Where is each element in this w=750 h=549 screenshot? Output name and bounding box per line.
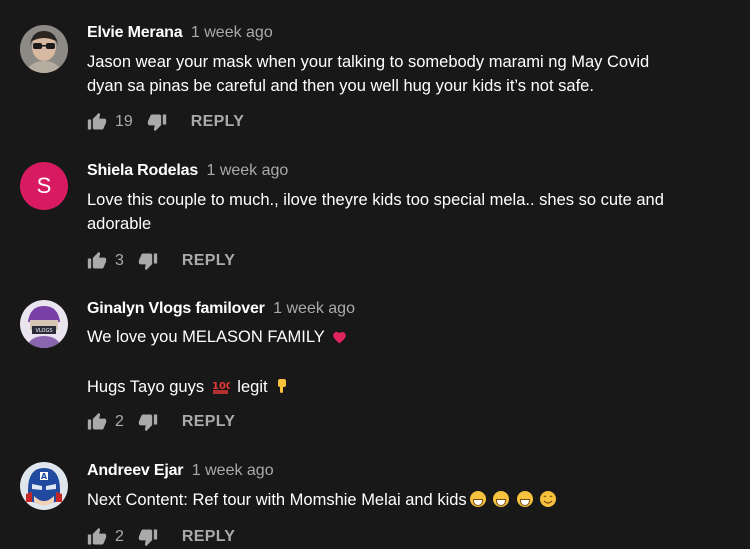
comment-action-bar: 2 REPLY bbox=[87, 410, 235, 434]
avatar[interactable]: VLOGS bbox=[20, 300, 68, 348]
comment-text-line: Hugs Tayo guys 100 legit bbox=[87, 375, 707, 401]
thumbs-up-icon[interactable] bbox=[87, 112, 107, 132]
avatar[interactable]: A bbox=[20, 462, 68, 510]
thumbs-up-icon[interactable] bbox=[87, 412, 107, 432]
reply-button[interactable]: REPLY bbox=[182, 413, 235, 431]
hundred-points-emoji-icon: 100 bbox=[212, 377, 233, 401]
comment-action-bar: 2 REPLY bbox=[87, 525, 235, 549]
grinning-face-emoji-icon bbox=[493, 491, 510, 507]
smiling-face-emoji-icon bbox=[540, 490, 557, 514]
like-count: 2 bbox=[115, 528, 124, 545]
comment-text: We love you MELASON FAMILY Hugs Tayo guy… bbox=[87, 325, 707, 401]
comment-timestamp[interactable]: 1 week ago bbox=[191, 24, 273, 41]
thumbs-up-icon[interactable] bbox=[87, 251, 107, 271]
avatar[interactable] bbox=[20, 25, 68, 73]
comment-text: Love this couple to much., ilove theyre … bbox=[87, 188, 707, 236]
comment-author-name[interactable]: Shiela Rodelas bbox=[87, 162, 198, 179]
comment-action-bar: 19 REPLY bbox=[87, 110, 244, 134]
avatar-letter: S bbox=[36, 173, 52, 198]
reply-button[interactable]: REPLY bbox=[191, 113, 244, 131]
comment-timestamp[interactable]: 1 week ago bbox=[206, 162, 288, 179]
thumbs-down-icon[interactable] bbox=[147, 112, 167, 132]
thumbs-down-icon[interactable] bbox=[138, 412, 158, 432]
comment-text-segment: We love you MELASON FAMILY bbox=[87, 328, 325, 346]
grinning-face-emoji-icon bbox=[516, 491, 533, 507]
avatar-photo-icon bbox=[20, 25, 68, 73]
comment-text-segment: Next Content: Ref tour with Momshie Mela… bbox=[87, 491, 467, 509]
like-count: 19 bbox=[115, 113, 133, 130]
like-count: 3 bbox=[115, 252, 124, 269]
red-heart-emoji-icon bbox=[332, 327, 347, 351]
comment-text-line: Next Content: Ref tour with Momshie Mela… bbox=[87, 488, 707, 514]
reply-button[interactable]: REPLY bbox=[182, 528, 235, 546]
thumbs-down-icon[interactable] bbox=[138, 527, 158, 547]
svg-text:VLOGS: VLOGS bbox=[35, 328, 52, 334]
comment-text: Next Content: Ref tour with Momshie Mela… bbox=[87, 488, 707, 514]
comment-timestamp[interactable]: 1 week ago bbox=[273, 300, 355, 317]
comment-text-segment: legit bbox=[237, 378, 268, 396]
thumbs-up-icon[interactable] bbox=[87, 527, 107, 547]
comment-author-name[interactable]: Andreev Ejar bbox=[87, 462, 184, 479]
comment-text: Jason wear your mask when your talking t… bbox=[87, 50, 707, 98]
comment-author-name[interactable]: Elvie Merana bbox=[87, 24, 183, 41]
comment-text-line: adorable bbox=[87, 215, 152, 233]
comment-text-line: Jason wear your mask when your talking t… bbox=[87, 53, 650, 71]
comment-text-line: Love this couple to much., ilove theyre … bbox=[87, 191, 664, 209]
comment-author-name[interactable]: Ginalyn Vlogs familover bbox=[87, 300, 265, 317]
svg-text:A: A bbox=[41, 472, 48, 481]
comment-text-segment: Hugs Tayo guys bbox=[87, 378, 205, 396]
like-count: 2 bbox=[115, 413, 124, 430]
avatar-photo-icon: VLOGS bbox=[20, 300, 68, 348]
comment-text-line: dyan sa pinas be careful and then you we… bbox=[87, 77, 594, 95]
comment-timestamp[interactable]: 1 week ago bbox=[192, 462, 274, 479]
reply-button[interactable]: REPLY bbox=[182, 252, 235, 270]
comment-action-bar: 3 REPLY bbox=[87, 249, 235, 273]
grinning-face-emoji-icon bbox=[469, 491, 486, 507]
avatar[interactable]: S bbox=[20, 162, 68, 210]
thumbs-down-icon[interactable] bbox=[138, 251, 158, 271]
captain-america-mask-icon: A bbox=[20, 462, 68, 510]
comment-text-line: We love you MELASON FAMILY bbox=[87, 325, 707, 351]
pointing-down-emoji-icon bbox=[275, 377, 289, 401]
